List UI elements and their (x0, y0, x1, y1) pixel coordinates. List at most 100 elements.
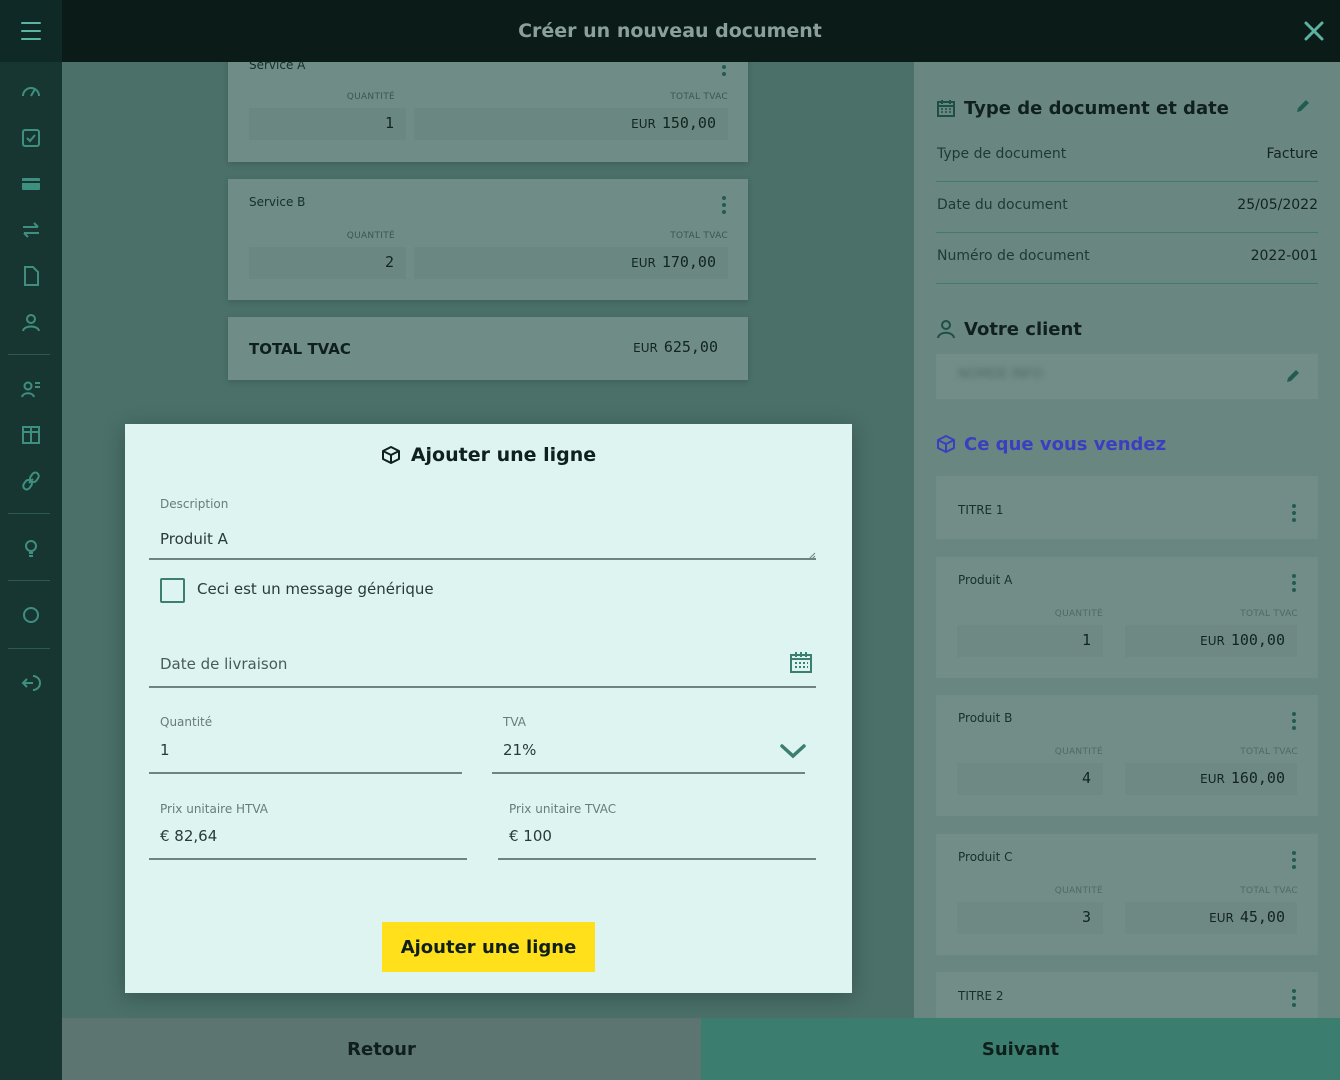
more-icon[interactable] (722, 62, 726, 79)
more-icon[interactable] (1292, 851, 1296, 872)
products-icon[interactable] (19, 423, 43, 447)
more-icon[interactable] (1292, 504, 1296, 525)
total-value: 45,00 (1239, 908, 1285, 926)
logout-icon[interactable] (19, 671, 43, 695)
circle-icon[interactable] (19, 603, 43, 627)
sidebar-divider (8, 354, 50, 355)
doc-date-value: 25/05/2022 (1237, 197, 1318, 213)
quantity-field: 1 (249, 108, 406, 140)
description-input[interactable]: Produit A (160, 530, 228, 548)
total-value: 160,00 (1230, 769, 1285, 787)
currency: EUR (1209, 911, 1234, 925)
summary-panel: Type de document et date Type de documen… (914, 62, 1340, 1018)
page-title: Créer un nouveau document (518, 20, 822, 42)
total-field: EUR 45,00 (1125, 902, 1297, 934)
quantity-value: 1 (1081, 631, 1091, 649)
quantity-value: 1 (384, 114, 394, 132)
line-card[interactable]: Service B QUANTITÉ TOTAL TVAC 2 EUR 170,0… (228, 179, 748, 300)
line-name: Service B (249, 195, 306, 209)
close-icon[interactable] (1298, 15, 1330, 47)
tva-underline (492, 772, 805, 774)
quantity-label: Quantité (160, 715, 213, 729)
title-card[interactable]: TITRE 1 (936, 476, 1318, 539)
doc-number-label: Numéro de document (937, 248, 1090, 264)
doc-number-row: Numéro de document 2022-001 (936, 234, 1318, 284)
card-icon[interactable] (19, 172, 43, 196)
add-line-button[interactable]: Ajouter une ligne (382, 922, 595, 972)
price-tvac-input[interactable]: € 100 (509, 827, 552, 845)
product-card[interactable]: Produit B QUANTITÉ TOTAL TVAC 4 EUR 160,0… (936, 695, 1318, 816)
line-name: Service A (249, 62, 306, 72)
client-box[interactable]: NOMDE INFO (936, 354, 1318, 399)
sell-section-header: Ce que vous vendez (936, 431, 1166, 457)
quantity-field: 1 (957, 625, 1103, 657)
price-htva-input[interactable]: € 82,64 (160, 827, 217, 845)
title-card[interactable]: TITRE 2 (936, 972, 1318, 1018)
chevron-down-icon[interactable] (779, 741, 807, 761)
grand-total-label: TOTAL TVAC (249, 340, 351, 358)
sidebar-divider (8, 648, 50, 649)
currency: EUR (631, 256, 656, 270)
next-button[interactable]: Suivant (701, 1018, 1340, 1080)
quantity-label: QUANTITÉ (346, 231, 395, 241)
client-name: NOMDE INFO (958, 367, 1043, 382)
dashboard-icon[interactable] (19, 80, 43, 104)
user-icon (937, 320, 955, 339)
delivery-date-input[interactable]: Date de livraison (160, 655, 287, 673)
more-icon[interactable] (1292, 989, 1296, 1010)
quantity-value: 4 (1081, 769, 1091, 787)
doc-type-label: Type de document (937, 146, 1067, 162)
doc-date-label: Date du document (937, 197, 1068, 213)
user-icon[interactable] (19, 310, 43, 334)
grand-total-card: TOTAL TVAC EUR 625,00 (228, 317, 748, 380)
line-card[interactable]: Service A QUANTITÉ TOTAL TVAC 1 EUR 150,0… (228, 62, 748, 162)
checklist-icon[interactable] (19, 126, 43, 150)
edit-icon[interactable] (1284, 367, 1302, 385)
doc-type-value: Facture (1266, 146, 1318, 162)
product-name: Produit A (958, 573, 1013, 587)
quantity-label: QUANTITÉ (1054, 886, 1103, 896)
doc-number-value: 2022-001 (1250, 248, 1318, 264)
quantity-input[interactable]: 1 (160, 741, 170, 759)
document-icon[interactable] (19, 264, 43, 288)
tva-label: TVA (503, 715, 526, 729)
back-button[interactable]: Retour (62, 1018, 701, 1080)
more-icon[interactable] (722, 196, 726, 217)
edit-icon[interactable] (1294, 97, 1312, 115)
lightbulb-icon[interactable] (19, 536, 43, 560)
grand-total-value: 625,00 (663, 338, 718, 356)
more-icon[interactable] (1292, 712, 1296, 733)
modal-header: Ajouter une ligne (125, 442, 852, 468)
total-value: 150,00 (661, 114, 716, 132)
doc-date-row: Date du document 25/05/2022 (936, 183, 1318, 233)
more-icon[interactable] (1292, 574, 1296, 595)
sell-section-title: Ce que vous vendez (964, 433, 1167, 455)
currency: EUR (1200, 772, 1225, 786)
box-icon (937, 435, 955, 453)
quantity-label: QUANTITÉ (346, 92, 395, 102)
quantity-field: 4 (957, 763, 1103, 795)
tva-select[interactable]: 21% (503, 741, 536, 759)
sidebar (0, 62, 62, 1080)
generic-message-checkbox[interactable] (160, 578, 185, 603)
quantity-value: 3 (1081, 908, 1091, 926)
quantity-field: 2 (249, 247, 406, 279)
link-icon[interactable] (19, 469, 43, 493)
resize-handle-icon[interactable] (808, 552, 816, 560)
price-htva-label: Prix unitaire HTVA (160, 802, 269, 816)
doc-section-header: Type de document et date (936, 95, 1229, 121)
menu-icon[interactable] (0, 0, 62, 62)
total-field: EUR 170,00 (414, 247, 728, 279)
transfer-icon[interactable] (19, 218, 43, 242)
product-card[interactable]: Produit C QUANTITÉ TOTAL TVAC 3 EUR 45,00 (936, 834, 1318, 955)
quantity-label: QUANTITÉ (1054, 609, 1103, 619)
currency: EUR (633, 341, 658, 355)
description-label: Description (160, 497, 229, 511)
sidebar-divider (8, 580, 50, 581)
quantity-value: 2 (384, 253, 394, 271)
calendar-icon[interactable] (789, 650, 813, 674)
calendar-icon (937, 100, 955, 117)
currency: EUR (1200, 634, 1225, 648)
product-card[interactable]: Produit A QUANTITÉ TOTAL TVAC 1 EUR 100,0… (936, 557, 1318, 678)
contacts-icon[interactable] (19, 377, 43, 401)
